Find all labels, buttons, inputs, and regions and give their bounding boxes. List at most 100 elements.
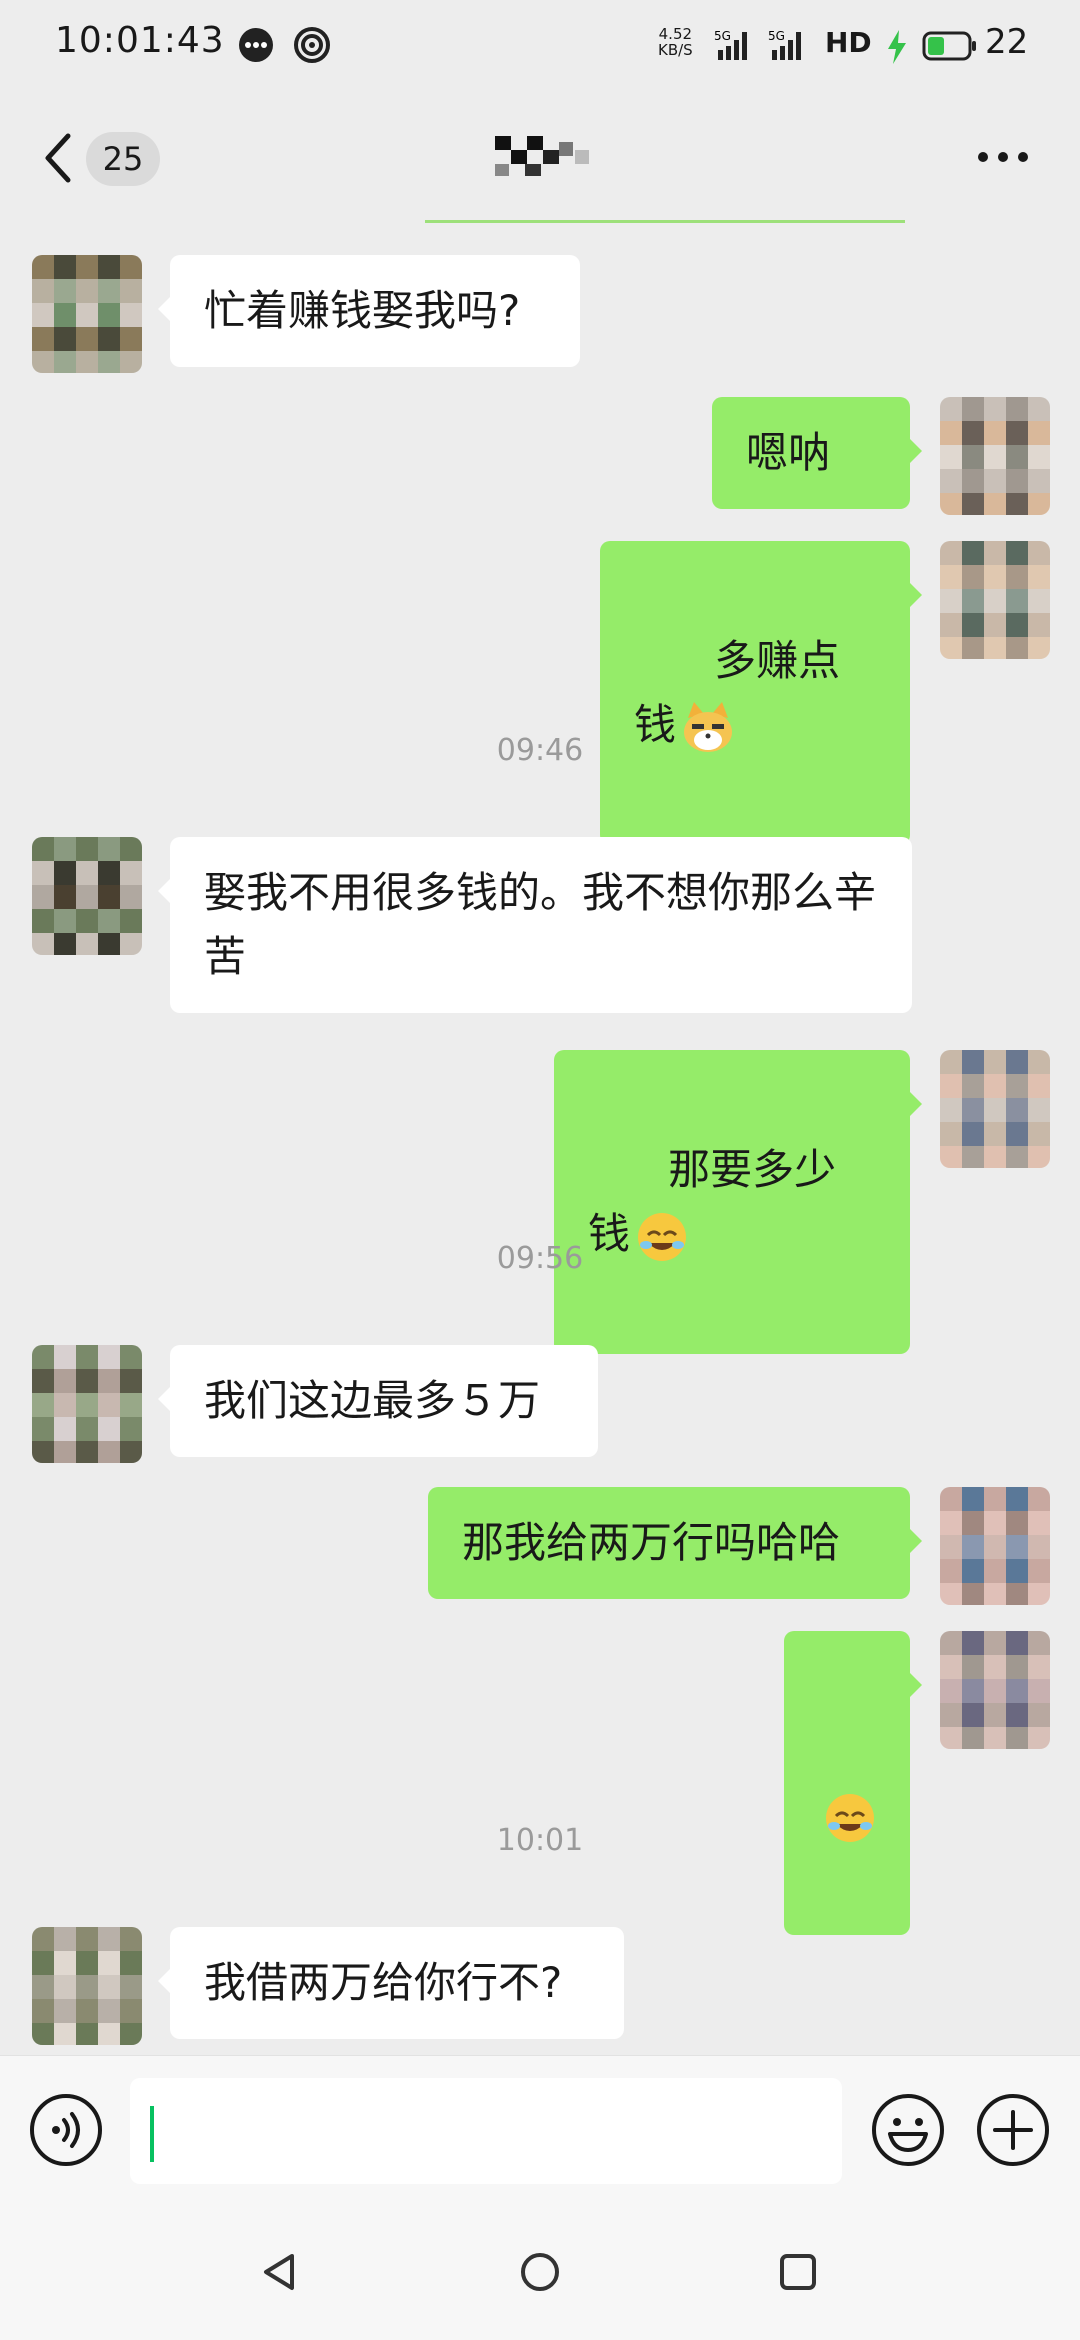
message-bubble[interactable]: 我借两万给你行不? — [158, 1927, 624, 2039]
avatar-pixel — [962, 1122, 984, 1146]
avatar-pixel — [1028, 1122, 1050, 1146]
back-chevron-icon[interactable] — [40, 130, 76, 186]
avatar-pixel — [76, 909, 98, 933]
avatar-pixel — [1028, 1703, 1050, 1727]
avatar-pixel — [1006, 1631, 1028, 1655]
avatar-pixel — [940, 1655, 962, 1679]
avatar-pixel — [54, 351, 76, 373]
avatar-pixel — [98, 909, 120, 933]
avatar-pixel — [54, 1417, 76, 1441]
avatar-pixel — [984, 397, 1006, 421]
avatar-pixel — [76, 1345, 98, 1369]
avatar-pixel — [984, 1146, 1006, 1168]
user-avatar[interactable] — [940, 1050, 1050, 1168]
avatar-pixel — [32, 1345, 54, 1369]
avatar-pixel — [32, 1369, 54, 1393]
avatar-pixel — [98, 933, 120, 955]
timestamp: 09:56 — [496, 1241, 584, 1276]
message-bubble[interactable]: 嗯呐 — [712, 397, 922, 509]
more-icon[interactable] — [975, 150, 1031, 164]
timestamp: 09:46 — [496, 733, 584, 768]
avatar-pixel — [984, 469, 1006, 493]
avatar-pixel — [54, 909, 76, 933]
system-nav-bar — [0, 2200, 1080, 2340]
emoji-icon[interactable] — [870, 2092, 946, 2168]
avatar-pixel — [120, 885, 142, 909]
signal-icon: 5G — [768, 29, 801, 60]
hotspot-icon — [294, 27, 330, 63]
avatar-pixel — [940, 445, 962, 469]
avatar-pixel — [1006, 589, 1028, 613]
nav-back-icon[interactable] — [258, 2250, 302, 2294]
avatar-pixel — [1028, 1050, 1050, 1074]
input-bar — [0, 2055, 1080, 2201]
avatar-pixel — [984, 1535, 1006, 1559]
avatar-pixel — [940, 1583, 962, 1605]
avatar-pixel — [1006, 1511, 1028, 1535]
avatar-pixel — [98, 1951, 120, 1975]
avatar-pixel — [32, 1417, 54, 1441]
avatar-pixel — [940, 1511, 962, 1535]
contact-avatar[interactable] — [32, 837, 142, 955]
avatar-pixel — [940, 1098, 962, 1122]
message-bubble[interactable]: 忙着赚钱娶我吗? — [158, 255, 580, 367]
voice-icon[interactable] — [28, 2092, 104, 2168]
message-input[interactable] — [130, 2078, 842, 2184]
avatar-pixel — [940, 493, 962, 515]
avatar-pixel — [54, 2023, 76, 2045]
avatar-pixel — [32, 1927, 54, 1951]
nav-recents-icon[interactable] — [776, 2250, 820, 2294]
avatar-pixel — [984, 613, 1006, 637]
charging-bolt-icon — [888, 30, 906, 64]
avatar-pixel — [1006, 1487, 1028, 1511]
avatar-pixel — [120, 1951, 142, 1975]
avatar-pixel — [54, 1999, 76, 2023]
nav-home-icon[interactable] — [518, 2250, 562, 2294]
avatar-pixel — [984, 1631, 1006, 1655]
avatar-pixel — [98, 1975, 120, 1999]
avatar-pixel — [962, 1074, 984, 1098]
avatar-pixel — [940, 1122, 962, 1146]
user-avatar[interactable] — [940, 541, 1050, 659]
avatar-pixel — [984, 421, 1006, 445]
message-bubble[interactable]: 我们这边最多５万 — [158, 1345, 598, 1457]
avatar-pixel — [984, 1122, 1006, 1146]
contact-avatar[interactable] — [32, 1345, 142, 1463]
avatar-pixel — [76, 861, 98, 885]
avatar-pixel — [76, 255, 98, 279]
avatar-pixel — [98, 351, 120, 373]
user-avatar[interactable] — [940, 397, 1050, 515]
avatar-pixel — [984, 1511, 1006, 1535]
avatar-pixel — [54, 837, 76, 861]
message-bubble[interactable]: 多赚点钱 — [600, 541, 922, 845]
unread-count-badge[interactable]: 25 — [86, 132, 160, 186]
avatar-pixel — [1006, 1050, 1028, 1074]
avatar-pixel — [76, 885, 98, 909]
avatar-pixel — [98, 837, 120, 861]
avatar-pixel — [54, 303, 76, 327]
avatar-pixel — [984, 1727, 1006, 1749]
avatar-pixel — [984, 637, 1006, 659]
svg-text:5G: 5G — [768, 29, 785, 43]
avatar-pixel — [962, 1535, 984, 1559]
message-list[interactable]: 忙着赚钱娶我吗? 嗯呐 多赚点钱 09:46 娶我不用很多钱的。我不想你那么辛苦… — [0, 225, 1080, 2055]
message-bubble[interactable] — [784, 1631, 922, 1935]
avatar-pixel — [984, 589, 1006, 613]
message-bubble[interactable]: 那我给两万行吗哈哈 — [428, 1487, 922, 1599]
contact-avatar[interactable] — [32, 1927, 142, 2045]
avatar-pixel — [120, 2023, 142, 2045]
avatar-pixel — [54, 1369, 76, 1393]
user-avatar[interactable] — [940, 1631, 1050, 1749]
avatar-pixel — [76, 1999, 98, 2023]
avatar-pixel — [984, 493, 1006, 515]
avatar-pixel — [962, 445, 984, 469]
avatar-pixel — [940, 1703, 962, 1727]
message-bubble[interactable]: 那要多少钱 — [554, 1050, 922, 1354]
avatar-pixel — [1006, 1098, 1028, 1122]
avatar-pixel — [1028, 1487, 1050, 1511]
user-avatar[interactable] — [940, 1487, 1050, 1605]
contact-avatar[interactable] — [32, 255, 142, 373]
avatar-pixel — [962, 1727, 984, 1749]
plus-icon[interactable] — [975, 2092, 1051, 2168]
message-bubble[interactable]: 娶我不用很多钱的。我不想你那么辛苦 — [158, 837, 912, 1013]
